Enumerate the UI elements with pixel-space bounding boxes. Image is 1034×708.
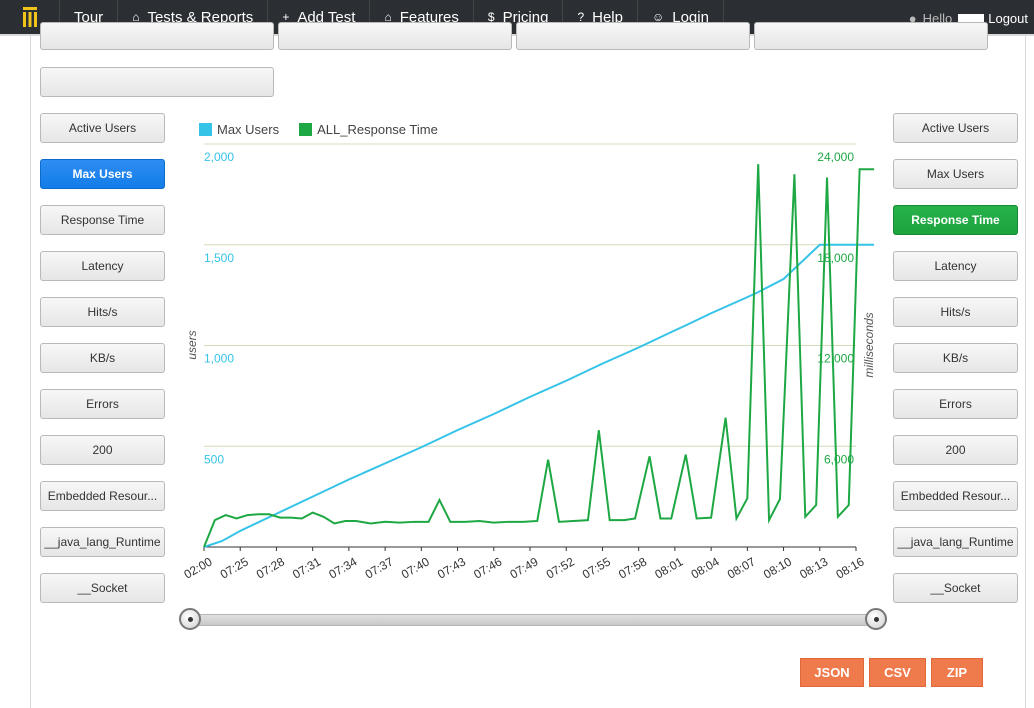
x-tick-label: 07:49 (507, 554, 540, 581)
y-right-tick-label: 18,000 (817, 251, 854, 265)
left-latency-button[interactable]: Latency (40, 251, 165, 281)
x-tick-label: 08:10 (761, 554, 794, 581)
transaction-button-5[interactable] (40, 67, 274, 97)
export-json-button[interactable]: JSON (800, 658, 864, 687)
y-right-tick-label: 24,000 (817, 150, 854, 164)
x-tick-label: 08:16 (833, 554, 866, 581)
right-latency-button[interactable]: Latency (893, 251, 1018, 281)
right-active-users-button[interactable]: Active Users (893, 113, 1018, 143)
right-max-users-button[interactable]: Max Users (893, 159, 1018, 189)
x-tick-label: 02:00 (181, 554, 214, 581)
x-tick-label: 08:13 (797, 554, 830, 581)
right-response-time-button[interactable]: Response Time (893, 205, 1018, 235)
right-embedded-resources-button[interactable]: Embedded Resour... (893, 481, 1018, 511)
x-tick-label: 07:31 (290, 554, 323, 581)
legend-response-time[interactable]: ALL_Response Time (299, 122, 438, 137)
left-embedded-resources-button[interactable]: Embedded Resour... (40, 481, 165, 511)
legend-max-users[interactable]: Max Users (199, 122, 279, 137)
left-active-users-button[interactable]: Active Users (40, 113, 165, 143)
right-kbs-button[interactable]: KB/s (893, 343, 1018, 373)
y-left-tick-label: 2,000 (204, 150, 234, 164)
x-tick-label: 08:07 (725, 554, 758, 581)
y-left-tick-label: 1,500 (204, 251, 234, 265)
x-tick-label: 07:40 (399, 554, 432, 581)
right-hits-button[interactable]: Hits/s (893, 297, 1018, 327)
y-right-tick-label: 12,000 (817, 352, 854, 366)
range-slider-right-handle[interactable] (865, 608, 887, 630)
y-left-axis-label: users (185, 330, 199, 359)
y-right-axis-label: milliseconds (862, 312, 876, 377)
transaction-button-3[interactable] (516, 22, 750, 50)
left-response-time-button[interactable]: Response Time (40, 205, 165, 235)
x-tick-label: 07:34 (326, 554, 359, 581)
legend-swatch-max-users (199, 123, 212, 136)
x-tick-label: 08:04 (689, 554, 722, 581)
right-java-runtime-button[interactable]: __java_lang_Runtime (893, 527, 1018, 557)
transaction-button-4[interactable] (754, 22, 988, 50)
y-left-tick-label: 500 (204, 452, 224, 466)
response-time-chart: 5001,0001,5002,0006,00012,00018,00024,00… (181, 143, 876, 582)
export-csv-button[interactable]: CSV (869, 658, 926, 687)
x-tick-label: 08:01 (652, 554, 685, 581)
x-tick-label: 07:43 (435, 554, 468, 581)
export-zip-button[interactable]: ZIP (931, 658, 983, 687)
series-response-time-line (203, 164, 875, 548)
legend-label-max-users: Max Users (217, 122, 280, 137)
x-tick-label: 07:25 (218, 554, 251, 581)
logout-link[interactable]: Logout (988, 11, 1028, 26)
left-200-button[interactable]: 200 (40, 435, 165, 465)
series-max-users-line (203, 243, 875, 548)
legend-label-response-time: ALL_Response Time (317, 122, 438, 137)
right-200-button[interactable]: 200 (893, 435, 1018, 465)
x-tick-label: 07:46 (471, 554, 504, 581)
x-tick-label: 07:28 (254, 554, 287, 581)
x-tick-label: 07:58 (616, 554, 649, 581)
x-tick-label: 07:52 (544, 554, 577, 581)
range-slider-track[interactable] (190, 614, 876, 626)
transaction-button-1[interactable] (40, 22, 274, 50)
range-slider-left-handle[interactable] (179, 608, 201, 630)
chart-legend: Max Users ALL_Response Time (199, 122, 438, 137)
x-tick-label: 07:37 (363, 554, 396, 581)
left-errors-button[interactable]: Errors (40, 389, 165, 419)
x-tick-label: 07:55 (580, 554, 613, 581)
right-errors-button[interactable]: Errors (893, 389, 1018, 419)
left-max-users-button[interactable]: Max Users (40, 159, 165, 189)
transaction-button-2[interactable] (278, 22, 512, 50)
left-kbs-button[interactable]: KB/s (40, 343, 165, 373)
left-socket-button[interactable]: __Socket (40, 573, 165, 603)
y-left-tick-label: 1,000 (204, 352, 234, 366)
left-java-runtime-button[interactable]: __java_lang_Runtime (40, 527, 165, 557)
legend-swatch-response-time (299, 123, 313, 136)
left-hits-button[interactable]: Hits/s (40, 297, 165, 327)
right-socket-button[interactable]: __Socket (893, 573, 1018, 603)
